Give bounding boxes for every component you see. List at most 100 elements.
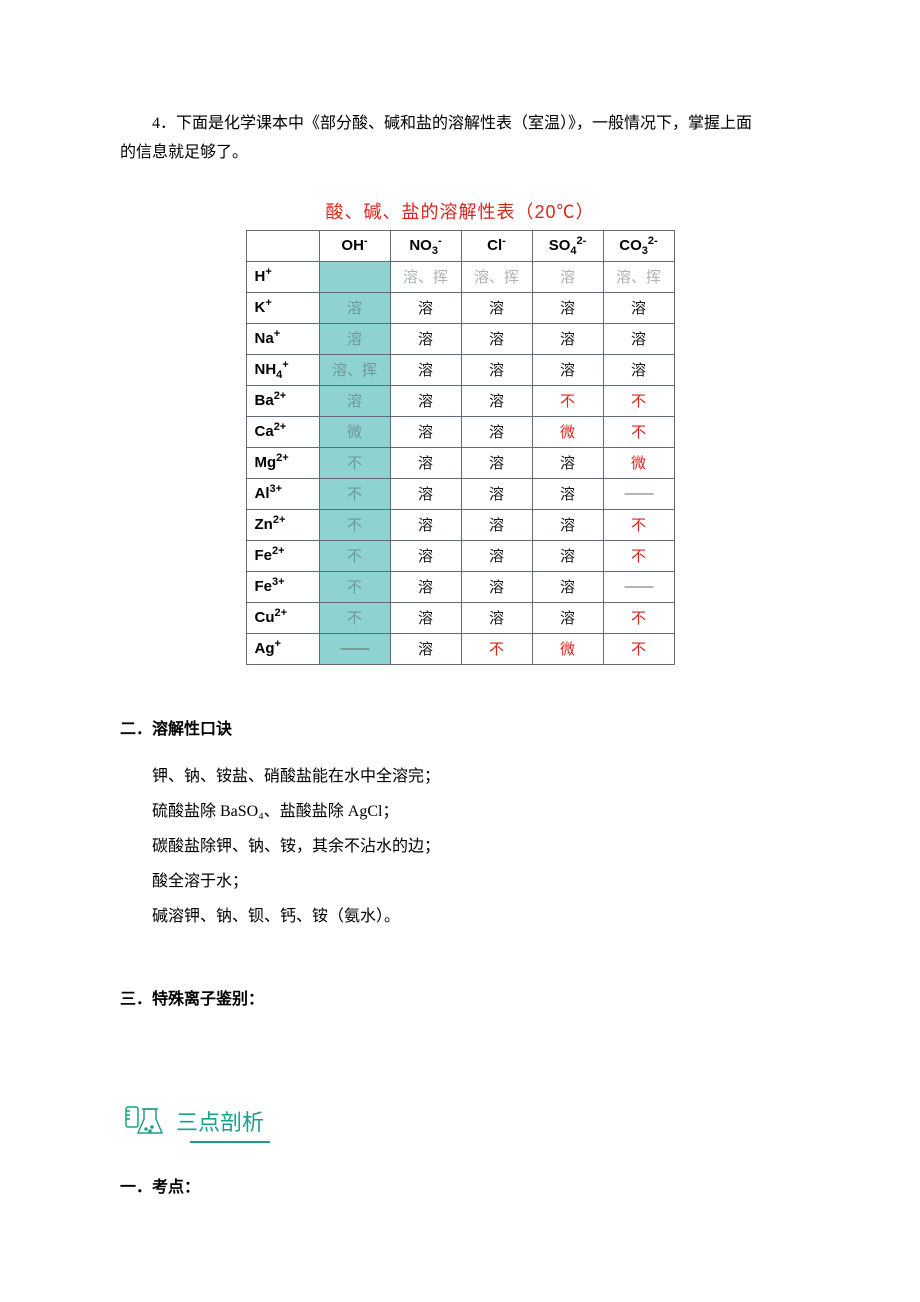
table-cell: —— — [319, 633, 390, 664]
table-row: NH4+溶、挥溶溶溶溶 — [246, 354, 674, 385]
table-cell: 溶 — [390, 323, 461, 354]
table-cell: 溶 — [532, 478, 603, 509]
table-row: Al3+不溶溶溶—— — [246, 478, 674, 509]
table-cell: 溶 — [390, 571, 461, 602]
rhyme-line: 碳酸盐除钾、钠、铵，其余不沾水的边； — [120, 829, 800, 864]
rhyme-block: 钾、钠、铵盐、硝酸盐能在水中全溶完；硫酸盐除 BaSO₄、盐酸盐除 AgCl；碳… — [120, 759, 800, 935]
table-cell: 微 — [319, 416, 390, 447]
table-cell: 微 — [532, 416, 603, 447]
table-cell: 溶 — [532, 447, 603, 478]
row-ion: Mg2+ — [246, 447, 319, 478]
intro-text1: 下面是化学课本中《部分酸、碱和盐的溶解性表（室温）》，一般情况下，掌握上面 — [176, 115, 752, 132]
table-row: Ca2+微溶溶微不 — [246, 416, 674, 447]
table-cell: 溶 — [390, 633, 461, 664]
table-row: Cu2+不溶溶溶不 — [246, 602, 674, 633]
beaker-icon — [120, 1099, 170, 1143]
table-cell: 溶 — [532, 571, 603, 602]
table-cell: —— — [603, 571, 674, 602]
table-cell: 不 — [319, 478, 390, 509]
table-cell: 不 — [319, 540, 390, 571]
table-cell: 不 — [319, 509, 390, 540]
table-cell: 溶 — [461, 478, 532, 509]
table-row: Fe2+不溶溶溶不 — [246, 540, 674, 571]
table-cell: 溶 — [603, 292, 674, 323]
table-cell: 溶 — [461, 509, 532, 540]
rhyme-line: 钾、钠、铵盐、硝酸盐能在水中全溶完； — [120, 759, 800, 794]
row-ion: Na+ — [246, 323, 319, 354]
table-cell: 溶 — [603, 354, 674, 385]
intro-line1: 4．下面是化学课本中《部分酸、碱和盐的溶解性表（室温）》，一般情况下，掌握上面 — [120, 110, 752, 139]
header-no3: NO3- — [390, 230, 461, 261]
table-cell: 溶 — [532, 261, 603, 292]
table-cell: 溶、挥 — [461, 261, 532, 292]
table-cell: 溶 — [461, 447, 532, 478]
row-ion: Zn2+ — [246, 509, 319, 540]
table-cell: 不 — [603, 385, 674, 416]
section3-head: 三．特殊离子鉴别： — [120, 985, 800, 1009]
table-cell: 不 — [603, 416, 674, 447]
table-cell: 溶 — [319, 292, 390, 323]
table-cell: 不 — [603, 509, 674, 540]
table-header-row: OH- NO3- Cl- SO42- CO32- — [246, 230, 674, 261]
table-row: H+溶、挥溶、挥溶溶、挥 — [246, 261, 674, 292]
table-row: K+溶溶溶溶溶 — [246, 292, 674, 323]
table-cell: 溶 — [461, 602, 532, 633]
row-ion: Fe3+ — [246, 571, 319, 602]
table-cell: 溶 — [532, 509, 603, 540]
header-cl: Cl- — [461, 230, 532, 261]
table-cell: 溶 — [390, 540, 461, 571]
table-cell: 溶 — [532, 354, 603, 385]
table-cell: 溶 — [319, 323, 390, 354]
table-cell: 溶 — [461, 416, 532, 447]
kaodian-head: 一．考点： — [120, 1173, 800, 1197]
table-body: H+溶、挥溶、挥溶溶、挥K+溶溶溶溶溶Na+溶溶溶溶溶NH4+溶、挥溶溶溶溶Ba… — [246, 261, 674, 664]
table-row: Mg2+不溶溶溶微 — [246, 447, 674, 478]
table-cell: 溶 — [603, 323, 674, 354]
row-ion: Ag+ — [246, 633, 319, 664]
table-cell: 溶 — [390, 509, 461, 540]
header-oh: OH- — [319, 230, 390, 261]
rhyme-line: 碱溶钾、钠、钡、钙、铵（氨水）。 — [120, 899, 800, 934]
table-cell: 溶 — [461, 571, 532, 602]
row-ion: NH4+ — [246, 354, 319, 385]
table-cell: 溶 — [532, 323, 603, 354]
table-cell: 溶 — [461, 292, 532, 323]
document-page: 4．下面是化学课本中《部分酸、碱和盐的溶解性表（室温）》，一般情况下，掌握上面 … — [0, 0, 920, 1257]
header-so4: SO42- — [532, 230, 603, 261]
table-cell: 不 — [319, 447, 390, 478]
table-row: Fe3+不溶溶溶—— — [246, 571, 674, 602]
intro-paragraph: 4．下面是化学课本中《部分酸、碱和盐的溶解性表（室温）》，一般情况下，掌握上面 … — [120, 110, 800, 168]
table-cell: 溶 — [390, 478, 461, 509]
table-cell: 溶 — [390, 354, 461, 385]
intro-text2: 的信息就足够了。 — [120, 144, 248, 161]
table-cell: 溶 — [461, 323, 532, 354]
table-cell: 溶 — [390, 447, 461, 478]
header-blank — [246, 230, 319, 261]
row-ion: H+ — [246, 261, 319, 292]
table-row: Na+溶溶溶溶溶 — [246, 323, 674, 354]
table-cell: 溶 — [532, 540, 603, 571]
table-cell — [319, 261, 390, 292]
table-cell: 不 — [532, 385, 603, 416]
section2-head: 二．溶解性口诀 — [120, 715, 800, 739]
row-ion: Ba2+ — [246, 385, 319, 416]
row-ion: Al3+ — [246, 478, 319, 509]
table-cell: 微 — [603, 447, 674, 478]
row-ion: Cu2+ — [246, 602, 319, 633]
table-cell: 溶 — [390, 416, 461, 447]
intro-number: 4． — [152, 115, 176, 132]
table-cell: 不 — [461, 633, 532, 664]
header-co3: CO32- — [603, 230, 674, 261]
table-cell: 溶 — [319, 385, 390, 416]
table-cell: 溶、挥 — [390, 261, 461, 292]
table-cell: 溶 — [390, 385, 461, 416]
row-ion: K+ — [246, 292, 319, 323]
row-ion: Fe2+ — [246, 540, 319, 571]
table-cell: 溶、挥 — [319, 354, 390, 385]
table-row: Ba2+溶溶溶不不 — [246, 385, 674, 416]
table-cell: 不 — [603, 602, 674, 633]
table-cell: 溶、挥 — [603, 261, 674, 292]
table-cell: 微 — [532, 633, 603, 664]
analysis-block: 三点剖析 — [120, 1099, 800, 1143]
row-ion: Ca2+ — [246, 416, 319, 447]
